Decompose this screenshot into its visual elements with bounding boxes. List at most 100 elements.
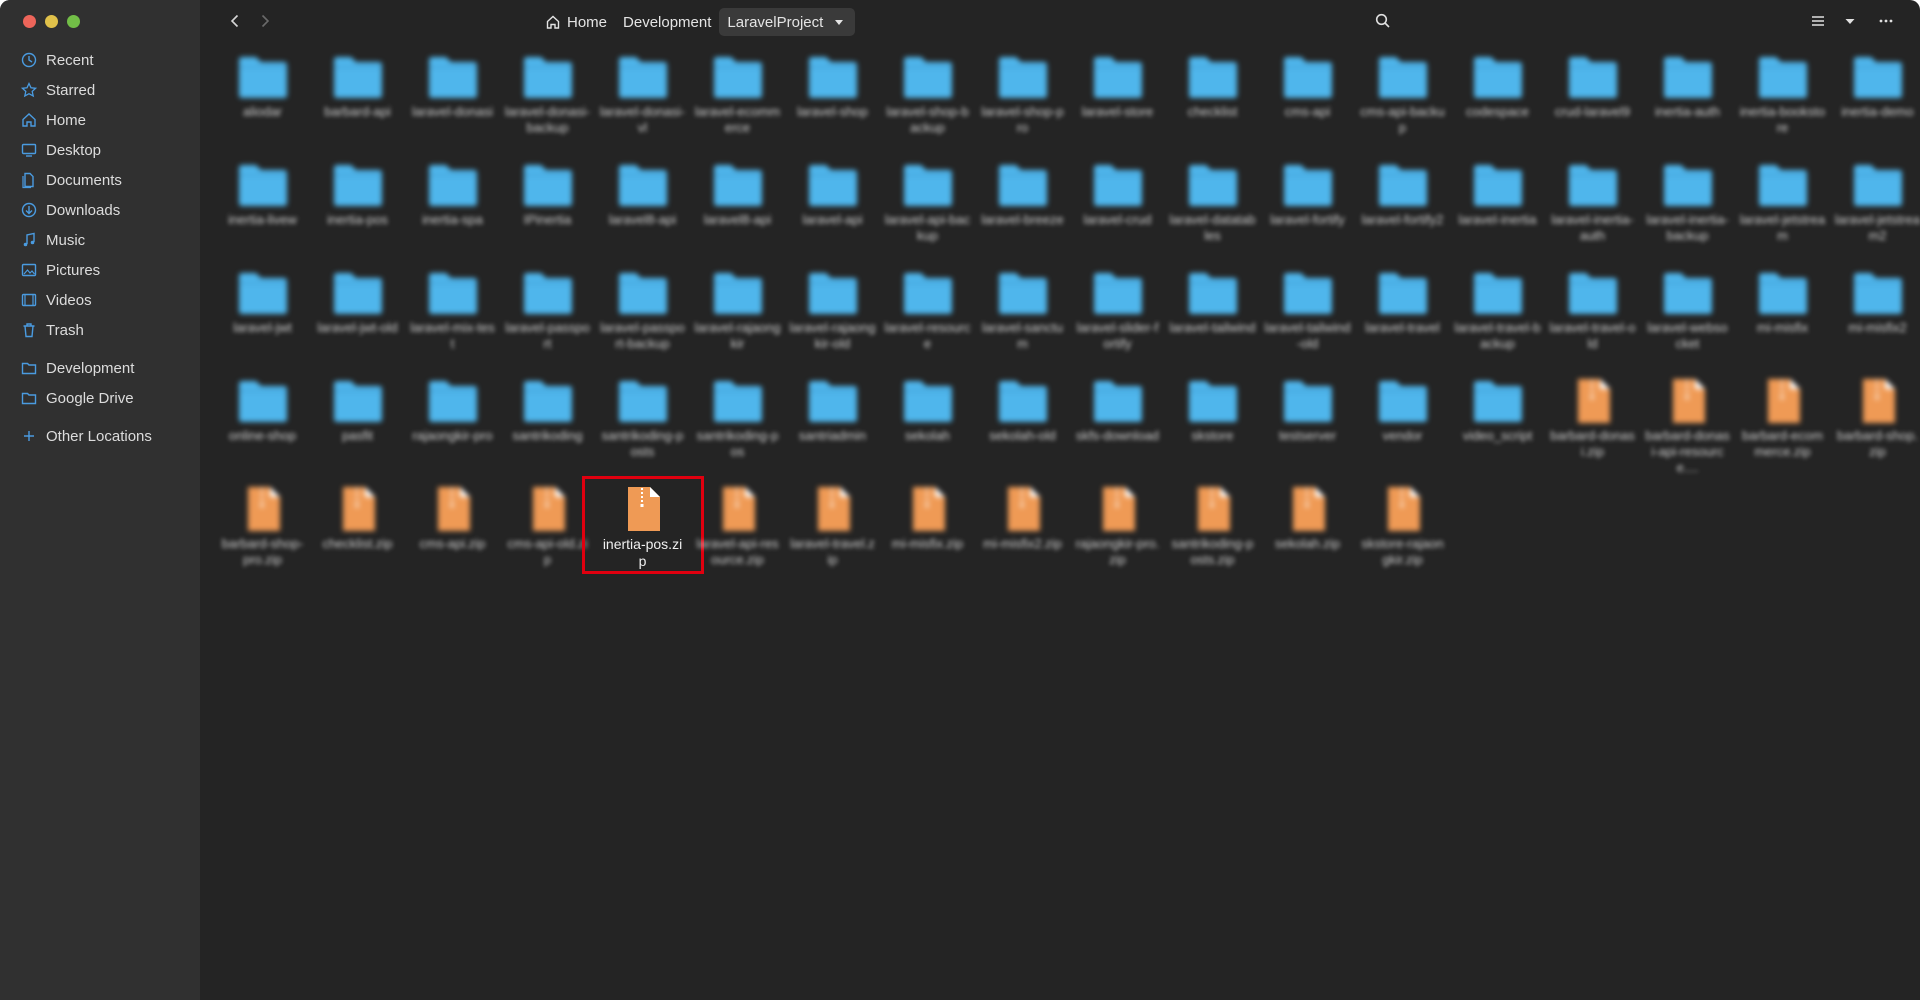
list-view-button[interactable] <box>1808 11 1828 31</box>
folder-item[interactable]: laravel-api-backup <box>880 158 975 266</box>
close-window-button[interactable] <box>23 15 36 28</box>
folder-item[interactable]: laravel8-api <box>690 158 785 266</box>
folder-item[interactable]: laravel-rajaongkir-old <box>785 266 880 374</box>
folder-item[interactable]: laravel-inertia-auth <box>1545 158 1640 266</box>
folder-item[interactable]: laravel-jwt-old <box>310 266 405 374</box>
folder-item[interactable]: inertia-pos <box>310 158 405 266</box>
folder-item[interactable]: laravel-fortify <box>1260 158 1355 266</box>
folder-item[interactable]: inertia-livew <box>215 158 310 266</box>
sidebar-item-trash[interactable]: Trash <box>0 315 200 345</box>
folder-item[interactable]: inertia-auth <box>1640 50 1735 158</box>
folder-item[interactable]: laravel-resource <box>880 266 975 374</box>
folder-item[interactable]: skstore <box>1165 374 1260 482</box>
folder-item[interactable]: santrikoding <box>500 374 595 482</box>
sidebar-item-recent[interactable]: Recent <box>0 45 200 75</box>
folder-item[interactable]: laravel-crud <box>1070 158 1165 266</box>
folder-item[interactable]: laravel-passport <box>500 266 595 374</box>
sidebar-item-pictures[interactable]: Pictures <box>0 255 200 285</box>
folder-item[interactable]: IPinertia <box>500 158 595 266</box>
folder-item[interactable]: cms-api-backup <box>1355 50 1450 158</box>
folder-item[interactable]: laravel-mix-test <box>405 266 500 374</box>
archive-file-item[interactable]: barbard-ecommerce.zip <box>1735 374 1830 482</box>
folder-item[interactable]: laravel-shop-pro <box>975 50 1070 158</box>
sidebar-item-music[interactable]: Music <box>0 225 200 255</box>
folder-item[interactable]: laravel-donasi <box>405 50 500 158</box>
folder-item[interactable]: laravel-donasi-vl <box>595 50 690 158</box>
archive-file-item[interactable]: laravel-api-resource.zip <box>690 482 785 590</box>
sidebar-item-videos[interactable]: Videos <box>0 285 200 315</box>
archive-file-item[interactable]: checklist.zip <box>310 482 405 590</box>
folder-item[interactable]: laravel-jwt <box>215 266 310 374</box>
folder-item[interactable]: laravel-travel <box>1355 266 1450 374</box>
folder-item[interactable]: laravel-inertia <box>1450 158 1545 266</box>
folder-item[interactable]: santriadmin <box>785 374 880 482</box>
folder-item[interactable]: rajaongkir-pro <box>405 374 500 482</box>
folder-item[interactable]: santrikoding-posts <box>595 374 690 482</box>
breadcrumb-development[interactable]: Development <box>615 8 719 36</box>
folder-item[interactable]: laravel-api <box>785 158 880 266</box>
archive-file-item[interactable]: cms-api.zip <box>405 482 500 590</box>
folder-item[interactable]: laravel-fortify2 <box>1355 158 1450 266</box>
sidebar-item-development[interactable]: Development <box>0 353 200 383</box>
folder-item[interactable]: laravel-ecommerce <box>690 50 785 158</box>
archive-file-item[interactable]: barbard-donasi.zip <box>1545 374 1640 482</box>
archive-file-item[interactable]: barbard-shop-pro.zip <box>215 482 310 590</box>
archive-file-item[interactable]: santrikoding-posts.zip <box>1165 482 1260 590</box>
view-options-button[interactable] <box>1840 11 1860 31</box>
folder-item[interactable]: cms-api <box>1260 50 1355 158</box>
maximize-window-button[interactable] <box>67 15 80 28</box>
folder-item[interactable]: testserver <box>1260 374 1355 482</box>
folder-item[interactable]: laravel-jetstream <box>1735 158 1830 266</box>
archive-file-item[interactable]: mi-misfix.zip <box>880 482 975 590</box>
archive-file-item[interactable]: mi-misfix2.zip <box>975 482 1070 590</box>
folder-item[interactable]: video_script <box>1450 374 1545 482</box>
folder-item[interactable]: laravel-passport-backup <box>595 266 690 374</box>
folder-item[interactable]: laravel-shop <box>785 50 880 158</box>
folder-item[interactable]: pasfit <box>310 374 405 482</box>
archive-file-item[interactable]: barbard-shop.zip <box>1830 374 1920 482</box>
folder-item[interactable]: laravel-tailwind <box>1165 266 1260 374</box>
folder-item[interactable]: laravel-inertia-backup <box>1640 158 1735 266</box>
folder-item[interactable]: laravel-sanctum <box>975 266 1070 374</box>
folder-item[interactable]: laravel8-api <box>595 158 690 266</box>
folder-item[interactable]: laravel-travel-backup <box>1450 266 1545 374</box>
folder-item[interactable]: online-shop <box>215 374 310 482</box>
folder-item[interactable]: mi-misfix <box>1735 266 1830 374</box>
folder-item[interactable]: laravel-slider-fortify <box>1070 266 1165 374</box>
back-button[interactable] <box>225 11 245 31</box>
folder-item[interactable]: laravel-store <box>1070 50 1165 158</box>
folder-item[interactable]: laravel-shop-backup <box>880 50 975 158</box>
minimize-window-button[interactable] <box>45 15 58 28</box>
folder-item[interactable]: laravel-rajaongkir <box>690 266 785 374</box>
sidebar-item-google-drive[interactable]: Google Drive <box>0 383 200 413</box>
archive-file-item[interactable]: skstore-rajaongkir.zip <box>1355 482 1450 590</box>
folder-item[interactable]: inertia-demo <box>1830 50 1920 158</box>
sidebar-item-starred[interactable]: Starred <box>0 75 200 105</box>
sidebar-item-home[interactable]: Home <box>0 105 200 135</box>
folder-item[interactable]: inertia-bookstore <box>1735 50 1830 158</box>
folder-item[interactable]: aliodar <box>215 50 310 158</box>
folder-item[interactable]: codespace <box>1450 50 1545 158</box>
archive-file-item[interactable]: inertia-pos.zip <box>582 476 704 590</box>
sidebar-item-desktop[interactable]: Desktop <box>0 135 200 165</box>
folder-item[interactable]: sekolah <box>880 374 975 482</box>
folder-item[interactable]: laravel-travel-old <box>1545 266 1640 374</box>
folder-item[interactable]: santrikoding-pos <box>690 374 785 482</box>
folder-item[interactable]: laravel-datatables <box>1165 158 1260 266</box>
menu-button[interactable] <box>1876 11 1896 31</box>
folder-item[interactable]: laravel-jetstream2 <box>1830 158 1920 266</box>
archive-file-item[interactable]: barbard-donasi-api-resource.... <box>1640 374 1735 482</box>
folder-item[interactable]: inertia-spa <box>405 158 500 266</box>
folder-item[interactable]: barbard-api <box>310 50 405 158</box>
breadcrumb-laravelproject[interactable]: LaravelProject <box>719 8 856 36</box>
folder-item[interactable]: skfs-download <box>1070 374 1165 482</box>
folder-item[interactable]: vendor <box>1355 374 1450 482</box>
forward-button[interactable] <box>255 11 275 31</box>
folder-item[interactable]: laravel-tailwind-old <box>1260 266 1355 374</box>
sidebar-item-documents[interactable]: Documents <box>0 165 200 195</box>
breadcrumb-home[interactable]: Home <box>537 8 615 36</box>
folder-item[interactable]: sekolah-old <box>975 374 1070 482</box>
folder-item[interactable]: laravel-donasi-backup <box>500 50 595 158</box>
sidebar-item-downloads[interactable]: Downloads <box>0 195 200 225</box>
folder-item[interactable]: crud-laravel9 <box>1545 50 1640 158</box>
